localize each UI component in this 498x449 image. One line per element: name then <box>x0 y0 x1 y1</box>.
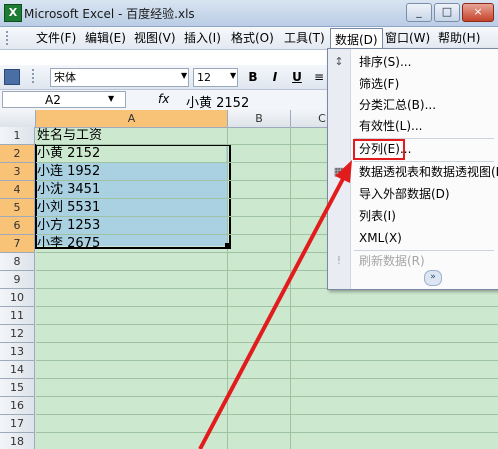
align-left-icon[interactable]: ≡ <box>310 68 328 86</box>
column-header-b[interactable]: B <box>228 110 291 127</box>
bold-button[interactable]: B <box>244 68 262 86</box>
select-all-corner[interactable] <box>0 110 36 127</box>
italic-button[interactable]: I <box>266 68 284 86</box>
menu-item-sort[interactable]: 排序(S)... <box>359 52 411 73</box>
menubar-grip[interactable] <box>6 31 11 45</box>
menu-item-pivot-table[interactable]: 数据透视表和数据透视图(P)... <box>359 162 498 183</box>
row-header-14[interactable]: 14 <box>0 361 35 379</box>
underline-button[interactable]: U <box>288 68 306 86</box>
refresh-icon: ! <box>336 254 342 267</box>
namebox-dropdown-icon[interactable]: ▼ <box>108 94 114 103</box>
row-header-3[interactable]: 3 <box>0 163 35 181</box>
menu-format[interactable]: 格式(O) <box>227 27 278 49</box>
row-header-2[interactable]: 2 <box>0 145 35 163</box>
menu-window[interactable]: 窗口(W) <box>381 27 434 49</box>
row-gridline <box>36 378 498 379</box>
maximize-button[interactable]: □ <box>434 3 460 22</box>
row-header-13[interactable]: 13 <box>0 343 35 361</box>
row-header-8[interactable]: 8 <box>0 253 35 271</box>
menu-item-filter[interactable]: 筛选(F) <box>359 74 399 95</box>
sort-icon: ↕ <box>334 55 344 68</box>
row-header-4[interactable]: 4 <box>0 181 35 199</box>
row-gridline <box>36 414 498 415</box>
cell-a1[interactable]: 姓名与工资 <box>37 127 102 145</box>
minimize-button[interactable]: _ <box>406 3 432 22</box>
menu-insert[interactable]: 插入(I) <box>180 27 225 49</box>
size-dropdown-icon[interactable]: ▼ <box>230 71 236 80</box>
toolbar-grip[interactable] <box>32 69 37 83</box>
menu-item-validation[interactable]: 有效性(L)... <box>359 116 423 137</box>
row-header-12[interactable]: 12 <box>0 325 35 343</box>
menu-tools[interactable]: 工具(T) <box>280 27 329 49</box>
row-header-6[interactable]: 6 <box>0 217 35 235</box>
menu-bar: 文件(F) 编辑(E) 视图(V) 插入(I) 格式(O) 工具(T) 数据(D… <box>0 27 498 50</box>
menu-item-refresh-data[interactable]: 刷新数据(R) <box>359 251 425 272</box>
close-button[interactable]: × <box>462 3 494 22</box>
menu-data[interactable]: 数据(D) <box>330 28 383 50</box>
menu-item-xml[interactable]: XML(X) <box>359 228 402 249</box>
menu-item-list[interactable]: 列表(I) <box>359 206 396 227</box>
row-gridline <box>36 306 498 307</box>
menu-file[interactable]: 文件(F) <box>32 27 80 49</box>
row-header-10[interactable]: 10 <box>0 289 35 307</box>
row-gridline <box>36 396 498 397</box>
row-header-7[interactable]: 7 <box>0 235 35 253</box>
row-gridline <box>36 324 498 325</box>
menu-item-text-to-columns[interactable]: 分列(E)... <box>359 139 411 160</box>
formula-input[interactable]: 小黄 2152 <box>186 92 249 111</box>
row-header-9[interactable]: 9 <box>0 271 35 289</box>
row-gridline <box>36 360 498 361</box>
pivot-icon: ▦ <box>333 165 345 178</box>
row-gridline <box>36 342 498 343</box>
font-name-box[interactable]: 宋体 <box>50 68 189 87</box>
menu-item-subtotal[interactable]: 分类汇总(B)... <box>359 95 436 116</box>
font-dropdown-icon[interactable]: ▼ <box>181 71 187 80</box>
row-header-1[interactable]: 1 <box>0 127 35 145</box>
row-header-15[interactable]: 15 <box>0 379 35 397</box>
row-header-11[interactable]: 11 <box>0 307 35 325</box>
expand-menu-chevron-icon[interactable]: » <box>424 270 442 286</box>
row-header-17[interactable]: 17 <box>0 415 35 433</box>
row-gridline <box>36 432 498 433</box>
row-header-5[interactable]: 5 <box>0 199 35 217</box>
menu-help[interactable]: 帮助(H) <box>434 27 484 49</box>
column-header-a[interactable]: A <box>36 110 228 127</box>
menu-item-import-external-data[interactable]: 导入外部数据(D) <box>359 184 450 205</box>
window-title: Microsoft Excel - 百度经验.xls <box>24 7 195 21</box>
menu-edit[interactable]: 编辑(E) <box>81 27 130 49</box>
save-icon[interactable] <box>4 69 20 85</box>
row-header-18[interactable]: 18 <box>0 433 35 449</box>
title-bar: X Microsoft Excel - 百度经验.xls _ □ × <box>0 0 498 27</box>
fill-handle[interactable] <box>225 243 230 248</box>
excel-app-icon: X <box>4 4 22 22</box>
row-header-16[interactable]: 16 <box>0 397 35 415</box>
insert-function-icon[interactable]: fx <box>158 92 169 106</box>
data-menu-dropdown: ↕ 排序(S)... 筛选(F) 分类汇总(B)... 有效性(L)... 分列… <box>327 48 498 290</box>
menu-view[interactable]: 视图(V) <box>130 27 180 49</box>
